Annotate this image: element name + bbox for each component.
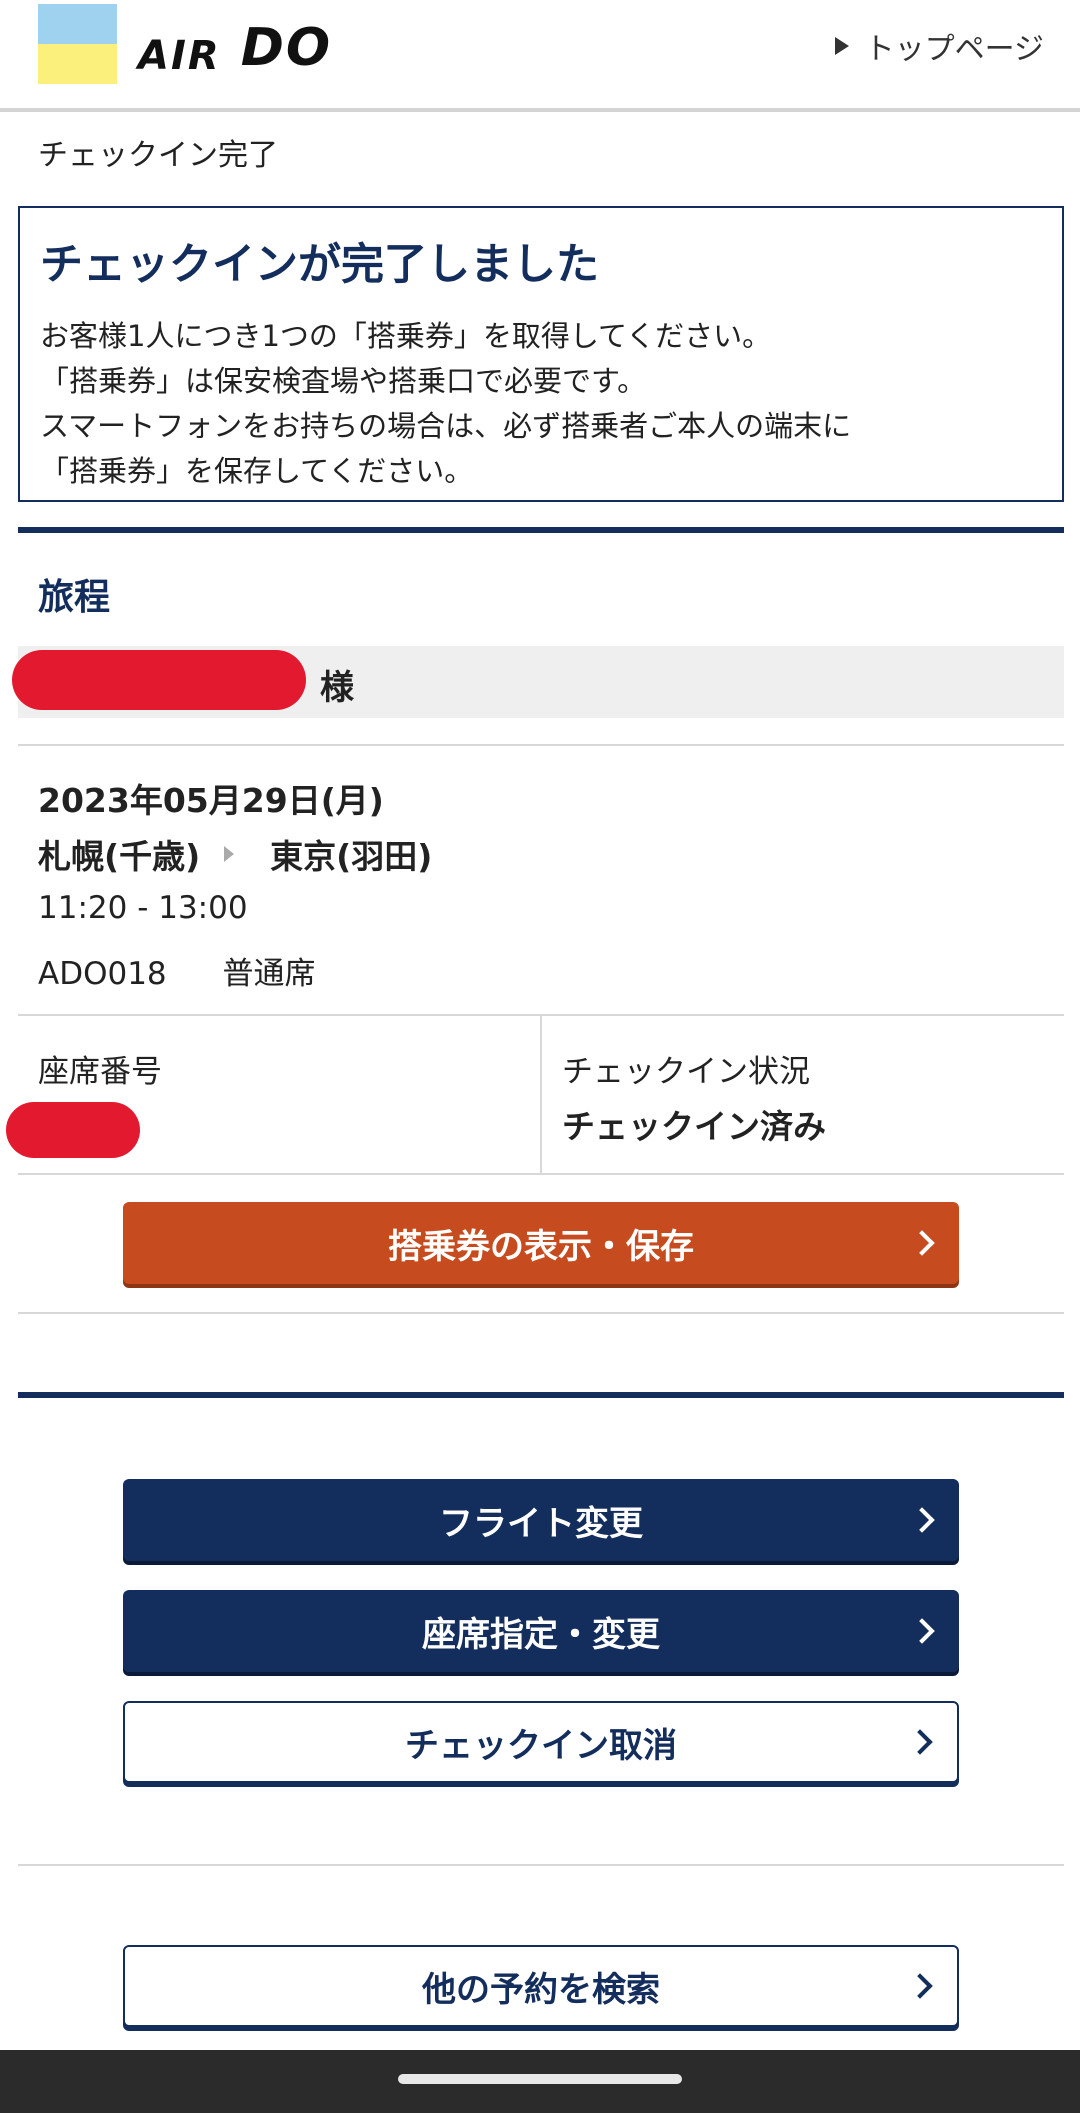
- divider: [18, 1864, 1064, 1866]
- chevron-right-icon: [907, 1973, 933, 1999]
- triangle-right-icon: [834, 37, 849, 55]
- notice-line-1: お客様1人につき1つの「搭乗券」を取得してください。: [40, 319, 772, 353]
- top-page-link-label: トップページ: [864, 32, 1044, 67]
- logo-wordmark: AIR DO: [138, 18, 333, 79]
- flight-times: 11:20 - 13:00: [38, 890, 248, 926]
- flight-change-button-label: フライト変更: [439, 1503, 643, 1544]
- seat-change-button[interactable]: 座席指定・変更: [123, 1590, 959, 1672]
- airdo-logo[interactable]: AIR DO: [38, 4, 338, 86]
- notice-line-4: 「搭乗券」を保存してください。: [40, 454, 474, 488]
- seat-number-label: 座席番号: [38, 1054, 162, 1090]
- seat-class: 普通席: [222, 956, 316, 992]
- notice-line-3: スマートフォンをお持ちの場合は、必ず搭乗者ご本人の端末に: [40, 409, 852, 443]
- chevron-right-icon: [909, 1230, 935, 1256]
- divider: [18, 1312, 1064, 1314]
- notice-heading: チェックインが完了しました: [40, 240, 599, 290]
- passenger-name-bar: 様: [12, 646, 1064, 718]
- flight-route: 札幌(千歳) 東京(羽田): [38, 830, 432, 878]
- flight-change-button[interactable]: フライト変更: [123, 1479, 959, 1561]
- logo-yellow-block: [38, 44, 117, 84]
- logo-blue-block: [38, 4, 117, 44]
- system-navigation-bar: [0, 2050, 1080, 2113]
- section-divider: [18, 527, 1064, 533]
- app-header: AIR DO トップページ: [0, 0, 1080, 112]
- notice-line-2: 「搭乗券」は保安検査場や搭乗口で必要です。: [40, 364, 647, 398]
- section-divider: [18, 1392, 1064, 1398]
- home-indicator[interactable]: [398, 2074, 682, 2084]
- divider: [18, 1173, 1064, 1175]
- itinerary-title: 旅程: [38, 577, 111, 618]
- divider: [18, 744, 1064, 746]
- checkin-status-label: チェックイン状況: [562, 1054, 810, 1090]
- search-other-button-label: 他の予約を検索: [422, 1969, 660, 2010]
- arrow-right-icon: [224, 846, 235, 862]
- logo-do: DO: [240, 18, 333, 78]
- chevron-right-icon: [909, 1507, 935, 1533]
- logo-air: AIR: [138, 33, 221, 79]
- top-page-link[interactable]: トップページ: [834, 24, 1044, 68]
- checkin-complete-notice: チェックインが完了しました お客様1人につき1つの「搭乗券」を取得してください。…: [18, 206, 1064, 502]
- flight-info: ADO018 普通席: [38, 948, 316, 993]
- checkin-status: チェックイン済み: [562, 1107, 826, 1146]
- chevron-right-icon: [907, 1729, 933, 1755]
- destination: 東京(羽田): [270, 837, 433, 876]
- seat-change-button-label: 座席指定・変更: [422, 1614, 660, 1655]
- search-other-reservation-button[interactable]: 他の予約を検索: [123, 1945, 959, 2027]
- page-title: チェックイン完了: [38, 138, 278, 173]
- boarding-pass-button-label: 搭乗券の表示・保存: [388, 1226, 694, 1267]
- cancel-checkin-button[interactable]: チェックイン取消: [123, 1701, 959, 1783]
- flight-date: 2023年05月29日(月): [38, 781, 384, 820]
- column-divider: [540, 1016, 542, 1174]
- name-suffix: 様: [320, 668, 354, 708]
- boarding-pass-button[interactable]: 搭乗券の表示・保存: [123, 1202, 959, 1284]
- chevron-right-icon: [909, 1618, 935, 1644]
- origin: 札幌(千歳): [38, 837, 201, 876]
- cancel-checkin-button-label: チェックイン取消: [405, 1725, 677, 1766]
- name-redaction: [12, 650, 306, 710]
- seat-redaction: [6, 1102, 140, 1158]
- flight-number: ADO018: [38, 956, 167, 992]
